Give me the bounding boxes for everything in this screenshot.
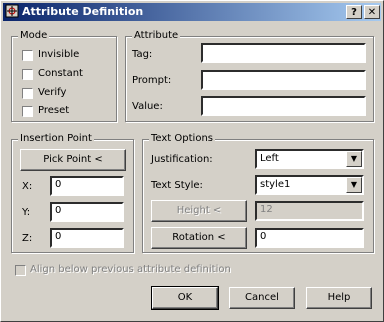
pick-point-button[interactable]: Pick Point <: [20, 149, 126, 171]
x-input[interactable]: 0: [50, 176, 124, 196]
y-label: Y:: [22, 207, 31, 218]
window-title: Attribute Definition: [22, 5, 144, 18]
tag-label: Tag:: [132, 49, 153, 60]
mode-group: Mode Invisible Constant Verify Preset: [11, 30, 117, 122]
align-below-label: Align below previous attribute definitio…: [30, 264, 231, 275]
mode-legend: Mode: [18, 30, 50, 41]
height-button: Height <: [151, 200, 247, 222]
prompt-label: Prompt:: [132, 75, 172, 86]
justification-select[interactable]: Left ▼: [255, 149, 364, 169]
value-label: Value:: [132, 101, 163, 112]
attribute-definition-dialog: Attribute Definition ? ✕ Mode Invisible …: [0, 0, 384, 322]
chevron-down-icon: ▼: [346, 151, 362, 167]
z-input[interactable]: 0: [50, 228, 124, 248]
ok-button[interactable]: OK: [151, 286, 219, 310]
help-button[interactable]: Help: [306, 287, 372, 309]
close-button[interactable]: ✕: [364, 5, 380, 19]
text-options-group: Text Options Justification: Left ▼ Text …: [142, 133, 374, 253]
x-label: X:: [22, 181, 33, 192]
rotation-button[interactable]: Rotation <: [151, 227, 247, 249]
text-options-legend: Text Options: [149, 133, 215, 144]
text-style-value: style1: [260, 179, 291, 190]
verify-checkbox[interactable]: [22, 88, 33, 99]
y-input[interactable]: 0: [50, 202, 124, 222]
text-style-select[interactable]: style1 ▼: [255, 175, 364, 195]
tag-input[interactable]: [201, 43, 366, 63]
invisible-checkbox[interactable]: [22, 50, 33, 61]
z-label: Z:: [22, 233, 33, 244]
block-attribute-icon: [5, 4, 19, 18]
attribute-group: Attribute Tag: Prompt: Value:: [125, 30, 374, 122]
value-input[interactable]: [201, 96, 366, 116]
prompt-input[interactable]: [201, 70, 366, 90]
justification-label: Justification:: [151, 154, 213, 165]
height-input: 12: [255, 201, 364, 221]
invisible-label: Invisible: [38, 49, 80, 60]
constant-checkbox[interactable]: [22, 69, 33, 80]
preset-label: Preset: [38, 105, 70, 116]
align-below-checkbox: [15, 265, 26, 276]
attribute-legend: Attribute: [132, 30, 181, 41]
insertion-point-group: Insertion Point Pick Point < X: 0 Y: 0 Z…: [11, 133, 134, 253]
cancel-button[interactable]: Cancel: [229, 287, 295, 309]
insertion-point-legend: Insertion Point: [18, 133, 94, 144]
justification-value: Left: [260, 153, 279, 164]
text-style-label: Text Style:: [151, 180, 203, 191]
title-bar: Attribute Definition ? ✕: [3, 3, 381, 21]
help-title-button[interactable]: ?: [346, 5, 362, 19]
preset-checkbox[interactable]: [22, 106, 33, 117]
constant-label: Constant: [38, 68, 83, 79]
verify-label: Verify: [38, 87, 67, 98]
chevron-down-icon: ▼: [346, 177, 362, 193]
rotation-input[interactable]: 0: [255, 228, 364, 248]
